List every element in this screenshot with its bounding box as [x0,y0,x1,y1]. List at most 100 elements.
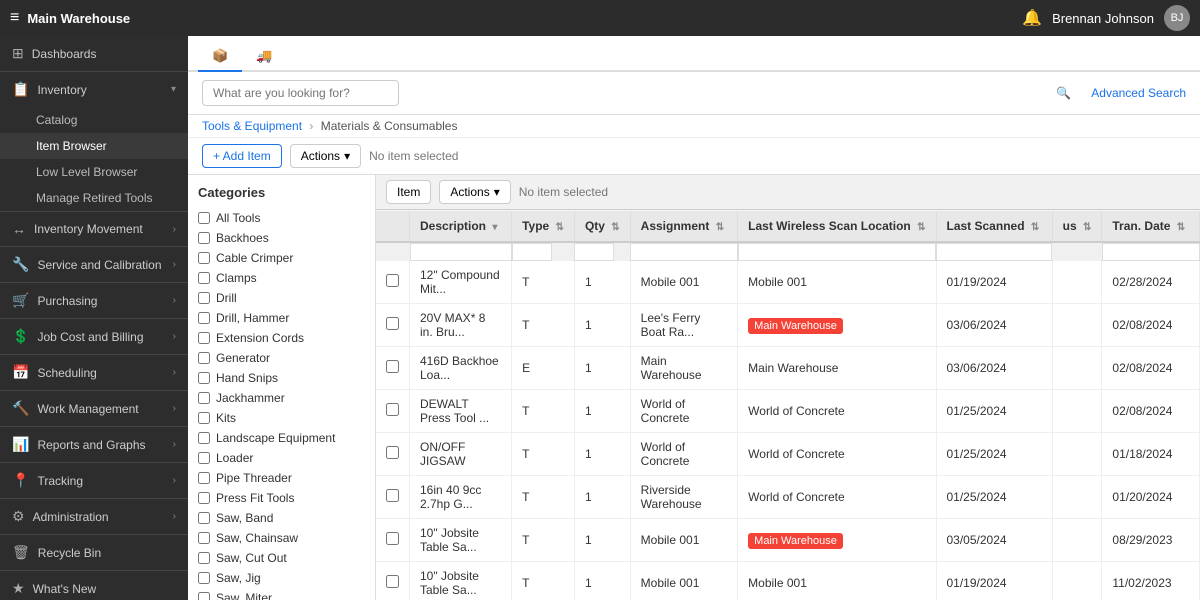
category-item[interactable]: Saw, Jig [188,568,375,588]
category-checkbox[interactable] [198,392,210,404]
sidebar-item-inventory[interactable]: 📋 Inventory ▾ [0,72,188,107]
col-type[interactable]: Type ⇅ [512,211,575,242]
search-input[interactable] [202,80,399,106]
category-item[interactable]: Jackhammer [188,388,375,408]
sidebar-sub-manage-retired[interactable]: Manage Retired Tools [0,185,188,211]
category-checkbox[interactable] [198,452,210,464]
sidebar-item-dashboards[interactable]: ⊞ Dashboards [0,36,188,71]
category-checkbox[interactable] [198,472,210,484]
row-checkbox[interactable] [386,317,399,330]
filter-qty-input[interactable] [574,243,614,261]
sidebar-sub-low-level-browser[interactable]: Low Level Browser [0,159,188,185]
col-description[interactable]: Description ▾ [410,211,512,242]
hamburger-icon[interactable]: ≡ [10,9,19,27]
actions-button[interactable]: Actions ▾ [290,144,361,168]
category-checkbox[interactable] [198,252,210,264]
category-checkbox[interactable] [198,332,210,344]
filter-tran-input[interactable] [1102,243,1200,261]
table-row[interactable]: 16in 40 9cc 2.7hp G... T 1 Riverside War… [376,476,1200,519]
col-tran-date[interactable]: Tran. Date ⇅ [1102,211,1200,242]
table-row[interactable]: 10" Jobsite Table Sa... T 1 Mobile 001 M… [376,562,1200,600]
sidebar-item-whats-new[interactable]: ★ What's New [0,571,188,600]
category-checkbox[interactable] [198,572,210,584]
sidebar-item-tracking[interactable]: 📍 Tracking › [0,463,188,498]
category-item[interactable]: Hand Snips [188,368,375,388]
tab-truck[interactable]: 🚚 [242,42,286,72]
item-tab-button[interactable]: Item [386,180,431,204]
category-checkbox[interactable] [198,292,210,304]
sidebar-item-reports[interactable]: 📊 Reports and Graphs › [0,427,188,462]
sidebar-item-service[interactable]: 🔧 Service and Calibration › [0,247,188,282]
table-row[interactable]: 10" Jobsite Table Sa... T 1 Mobile 001 M… [376,519,1200,562]
col-status[interactable]: us ⇅ [1052,211,1102,242]
category-item[interactable]: Loader [188,448,375,468]
advanced-search-link[interactable]: Advanced Search [1091,86,1186,100]
sidebar-item-purchasing[interactable]: 🛒 Purchasing › [0,283,188,318]
table-wrapper[interactable]: Item Actions ▾ No item selected Descript… [376,175,1200,600]
row-checkbox[interactable] [386,274,399,287]
col-assignment[interactable]: Assignment ⇅ [630,211,737,242]
category-checkbox[interactable] [198,212,210,224]
table-row[interactable]: 12" Compound Mit... T 1 Mobile 001 Mobil… [376,261,1200,304]
category-item[interactable]: Saw, Chainsaw [188,528,375,548]
bell-icon[interactable]: 🔔 [1022,8,1042,28]
category-checkbox[interactable] [198,592,210,600]
table-row[interactable]: 20V MAX* 8 in. Bru... T 1 Lee's Ferry Bo… [376,304,1200,347]
category-item[interactable]: Saw, Cut Out [188,548,375,568]
category-item[interactable]: Clamps [188,268,375,288]
category-checkbox[interactable] [198,372,210,384]
category-item[interactable]: Drill, Hammer [188,308,375,328]
filter-assignment-input[interactable] [630,243,737,261]
category-item[interactable]: Landscape Equipment [188,428,375,448]
category-checkbox[interactable] [198,352,210,364]
col-last-wireless[interactable]: Last Wireless Scan Location ⇅ [738,211,936,242]
category-checkbox[interactable] [198,432,210,444]
category-checkbox[interactable] [198,512,210,524]
category-item[interactable]: Cable Crimper [188,248,375,268]
category-item[interactable]: Saw, Band [188,508,375,528]
category-checkbox[interactable] [198,552,210,564]
category-item[interactable]: Press Fit Tools [188,488,375,508]
row-checkbox[interactable] [386,403,399,416]
col-qty[interactable]: Qty ⇅ [574,211,630,242]
row-checkbox[interactable] [386,446,399,459]
sidebar-item-scheduling[interactable]: 📅 Scheduling › [0,355,188,390]
row-checkbox[interactable] [386,532,399,545]
tab-inventory[interactable]: 📦 [198,42,242,72]
category-checkbox[interactable] [198,312,210,324]
filter-wireless-input[interactable] [738,243,936,261]
sidebar-item-recycle-bin[interactable]: 🗑 Recycle Bin [0,535,188,570]
row-checkbox[interactable] [386,575,399,588]
add-item-button[interactable]: + Add Item [202,144,282,168]
sidebar-item-inventory-movement[interactable]: ↔ Inventory Movement › [0,212,188,246]
category-item[interactable]: Extension Cords [188,328,375,348]
category-item[interactable]: All Tools [188,208,375,228]
category-checkbox[interactable] [198,492,210,504]
category-item[interactable]: Pipe Threader [188,468,375,488]
category-checkbox[interactable] [198,532,210,544]
category-item[interactable]: Drill [188,288,375,308]
category-item[interactable]: Kits [188,408,375,428]
breadcrumb-link[interactable]: Tools & Equipment [202,119,302,133]
sidebar-item-administration[interactable]: ⚙ Administration › [0,499,188,534]
category-item[interactable]: Saw, Miter [188,588,375,600]
table-row[interactable]: 416D Backhoe Loa... E 1 Main Warehouse M… [376,347,1200,390]
sidebar-item-job-cost[interactable]: 💲 Job Cost and Billing › [0,319,188,354]
table-row[interactable]: ON/OFF JIGSAW T 1 World of Concrete Worl… [376,433,1200,476]
sidebar-sub-catalog[interactable]: Catalog [0,107,188,133]
category-checkbox[interactable] [198,272,210,284]
filter-type-input[interactable] [512,243,552,261]
category-item[interactable]: Backhoes [188,228,375,248]
col-last-scanned[interactable]: Last Scanned ⇅ [936,211,1052,242]
sidebar-sub-item-browser[interactable]: Item Browser [0,133,188,159]
category-item[interactable]: Generator [188,348,375,368]
filter-desc-input[interactable] [410,243,512,261]
row-checkbox[interactable] [386,360,399,373]
filter-scanned-input[interactable] [936,243,1052,261]
category-checkbox[interactable] [198,232,210,244]
table-scroll-container[interactable]: Description ▾ Type ⇅ Qty ⇅ Assignment ⇅ … [376,211,1200,600]
actions2-button[interactable]: Actions ▾ [439,180,510,204]
sidebar-item-work-management[interactable]: 🔨 Work Management › [0,391,188,426]
category-checkbox[interactable] [198,412,210,424]
table-row[interactable]: DEWALT Press Tool ... T 1 World of Concr… [376,390,1200,433]
